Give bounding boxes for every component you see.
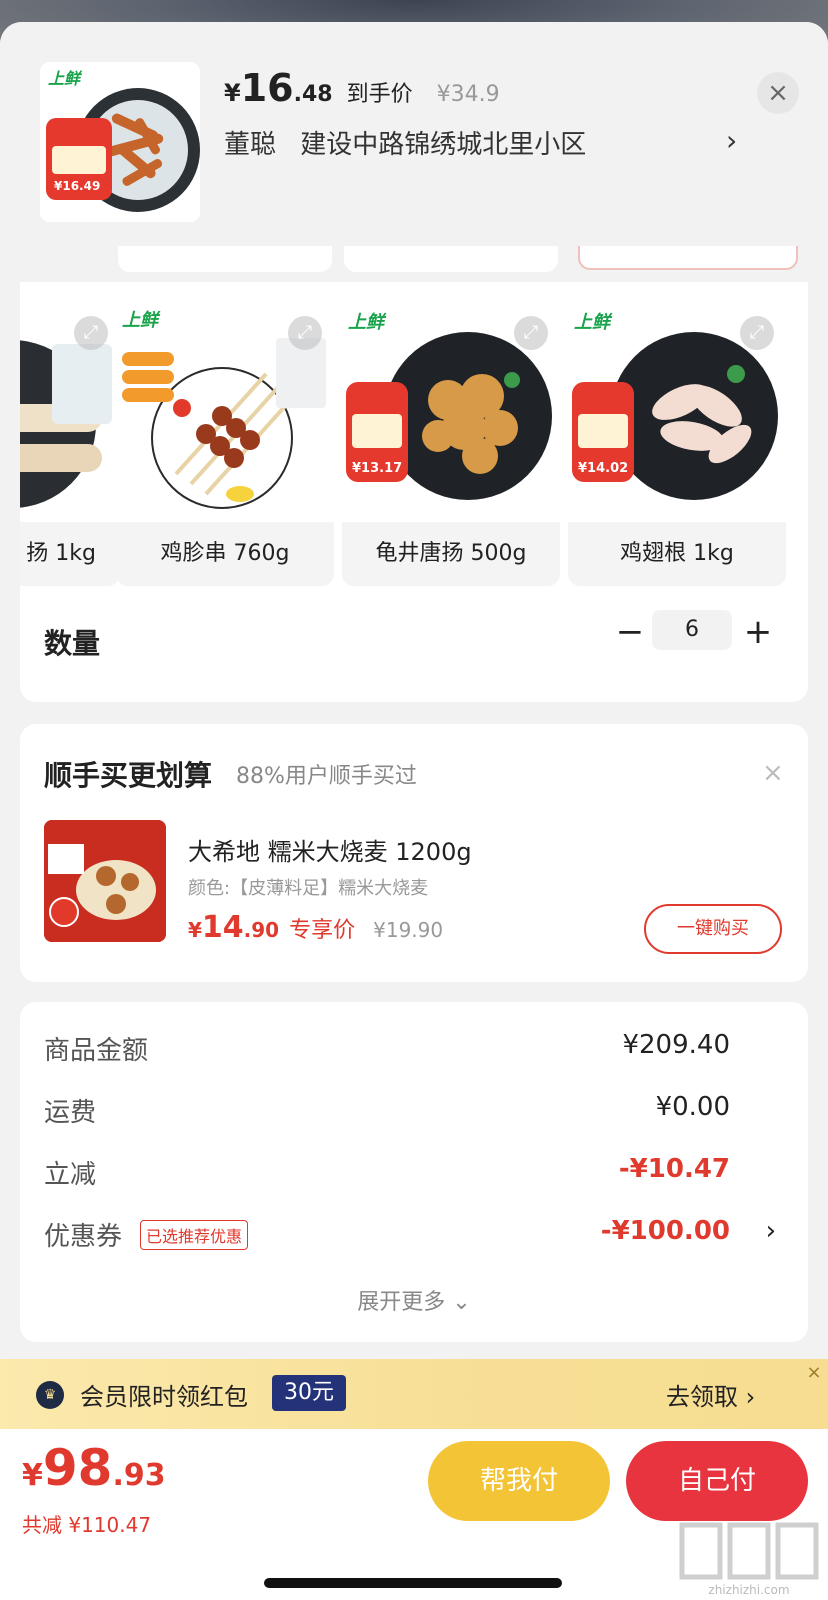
claim-link[interactable]: 去领取 › [666, 1377, 755, 1412]
coupon-badge: 已选推荐优惠 [140, 1220, 249, 1250]
watermark-text: zhizhizhi.com [708, 1583, 790, 1597]
expand-icon[interactable]: ⤢ [74, 316, 108, 350]
product-option-name: 鸡翅根 1kg [620, 541, 734, 566]
watermark-logo [679, 1522, 819, 1580]
close-icon[interactable]: × [757, 72, 799, 114]
total-price: ¥ 98 .93 [22, 1439, 166, 1497]
upsell-price-tag: 专享价 [289, 918, 356, 943]
total-integer: 98 [42, 1439, 113, 1497]
address-recipient: 董聪 [224, 130, 277, 160]
badge-price: ¥14.02 [578, 461, 628, 476]
price-currency: ¥ [224, 79, 241, 107]
upsell-product-spec: 颜色:【皮薄料足】糯米大烧麦 [188, 878, 429, 899]
brand-logo-text: 上鲜 [348, 312, 387, 332]
thumb-badge-price: ¥16.49 [54, 179, 100, 193]
expand-icon[interactable]: ⤢ [288, 316, 322, 350]
expand-more-button[interactable]: 展开更多 ⌄ [20, 1284, 808, 1316]
chevron-right-icon[interactable]: › [726, 124, 737, 157]
expand-icon[interactable]: ⤢ [740, 316, 774, 350]
close-icon[interactable]: × [762, 758, 784, 788]
summary-value: -¥10.47 [618, 1154, 730, 1184]
upsell-price-decimal: .90 [243, 918, 280, 942]
upsell-title: 顺手买更划算 [44, 759, 213, 792]
quantity-minus-button[interactable]: − [610, 612, 650, 652]
quantity-plus-button[interactable]: + [738, 612, 778, 652]
product-option-card[interactable]: 上鲜 ¥14.02 鸡翅根 1kg ⤢ [568, 304, 786, 586]
price-decimal: .48 [293, 82, 333, 107]
summary-row: 商品金额 ¥209.40 [44, 1030, 784, 1070]
brand-logo-text: 上鲜 [48, 70, 83, 88]
product-option-name: 龟井唐扬 500g [375, 541, 527, 566]
summary-label: 立减 [44, 1160, 97, 1190]
member-promo-text: 会员限时领红包 [80, 1383, 248, 1411]
watermark: zhizhizhi.com [676, 1519, 822, 1597]
quantity-label: 数量 [44, 627, 101, 660]
sheet-header: 上鲜 ¥16.49 ¥ 16 .48 到手价 ¥34.9 × 董聪 建设中路锦绣… [0, 22, 828, 246]
brand-logo-text: 上鲜 [122, 310, 161, 330]
summary-label: 商品金额 [44, 1036, 149, 1066]
chevron-right-icon[interactable]: › [766, 1216, 776, 1246]
expand-icon[interactable]: ⤢ [514, 316, 548, 350]
crown-icon: ♛ [36, 1381, 64, 1409]
help-me-pay-button[interactable]: 帮我付 [428, 1441, 610, 1521]
product-option-name: 扬 1kg [26, 541, 96, 566]
total-saved: 共减 ¥110.47 [22, 1513, 152, 1537]
upsell-price: ¥ 14 .90 专享价 ¥19.90 [188, 910, 443, 945]
product-option-card[interactable]: 上鲜 ¥13.17 龟井唐扬 500g ⤢ [342, 304, 560, 586]
delivery-address[interactable]: 董聪 建设中路锦绣城北里小区 [224, 124, 586, 161]
address-detail: 建设中路锦绣城北里小区 [300, 130, 587, 160]
price-summary: 商品金额 ¥209.40 运费 ¥0.00 立减 -¥10.47 优惠券 已选推… [20, 1002, 808, 1342]
coupon-row[interactable]: 优惠券 已选推荐优惠 -¥100.00 › [44, 1216, 784, 1256]
product-options-panel: 扬 1kg ⤢ 上鲜 鸡胗串 760g ⤢ 上鲜 ¥13.17 龟井唐扬 500… [20, 282, 808, 702]
original-price: ¥34.9 [436, 82, 500, 107]
summary-row: 运费 ¥0.00 [44, 1092, 784, 1132]
summary-label: 优惠券 [44, 1222, 123, 1252]
summary-row: 立减 -¥10.47 [44, 1154, 784, 1194]
product-option-card[interactable]: 扬 1kg ⤢ [20, 304, 120, 586]
close-icon[interactable]: × [800, 1359, 828, 1387]
quantity-value[interactable]: 6 [652, 610, 732, 650]
upsell-price-currency: ¥ [188, 918, 202, 942]
pay-myself-button[interactable]: 自己付 [626, 1441, 808, 1521]
upsell-original-price: ¥19.90 [373, 918, 444, 942]
summary-value: ¥209.40 [622, 1030, 730, 1060]
product-thumbnail-image: 上鲜 ¥16.49 [40, 62, 200, 222]
summary-label: 运费 [44, 1098, 97, 1128]
brand-logo-text: 上鲜 [574, 312, 613, 332]
checkout-bar: ¥ 98 .93 共减 ¥110.47 帮我付 自己付 zhizhizhi.co… [0, 1429, 828, 1600]
total-currency: ¥ [22, 1458, 43, 1493]
badge-price: ¥13.17 [352, 461, 402, 476]
product-thumbnail[interactable]: 上鲜 ¥16.49 [40, 62, 200, 222]
upsell-product-image[interactable] [44, 820, 166, 942]
home-indicator[interactable] [264, 1578, 562, 1588]
one-click-buy-button[interactable]: 一键购买 [644, 904, 782, 954]
product-option-name: 鸡胗串 760g [160, 541, 290, 566]
upsell-card: 顺手买更划算 88%用户顺手买过 × 大希地 糯米大烧麦 1200g 颜色:【皮… [20, 724, 808, 982]
summary-value: -¥100.00 [600, 1216, 730, 1246]
upsell-price-integer: 14 [201, 910, 244, 945]
member-promo-amount: 30元 [272, 1375, 346, 1411]
price-integer: 16 [240, 66, 294, 110]
upsell-product-name[interactable]: 大希地 糯米大烧麦 1200g [188, 832, 472, 867]
price-tag: 到手价 [346, 82, 413, 107]
product-option-card[interactable]: 上鲜 鸡胗串 760g ⤢ [116, 304, 334, 586]
member-promo-bar[interactable]: ♛ 会员限时领红包 30元 去领取 › × [0, 1359, 828, 1429]
total-decimal: .93 [112, 1458, 166, 1493]
header-price: ¥ 16 .48 到手价 ¥34.9 [224, 66, 500, 110]
upsell-subtitle: 88%用户顺手买过 [236, 764, 417, 789]
summary-value: ¥0.00 [655, 1092, 730, 1122]
